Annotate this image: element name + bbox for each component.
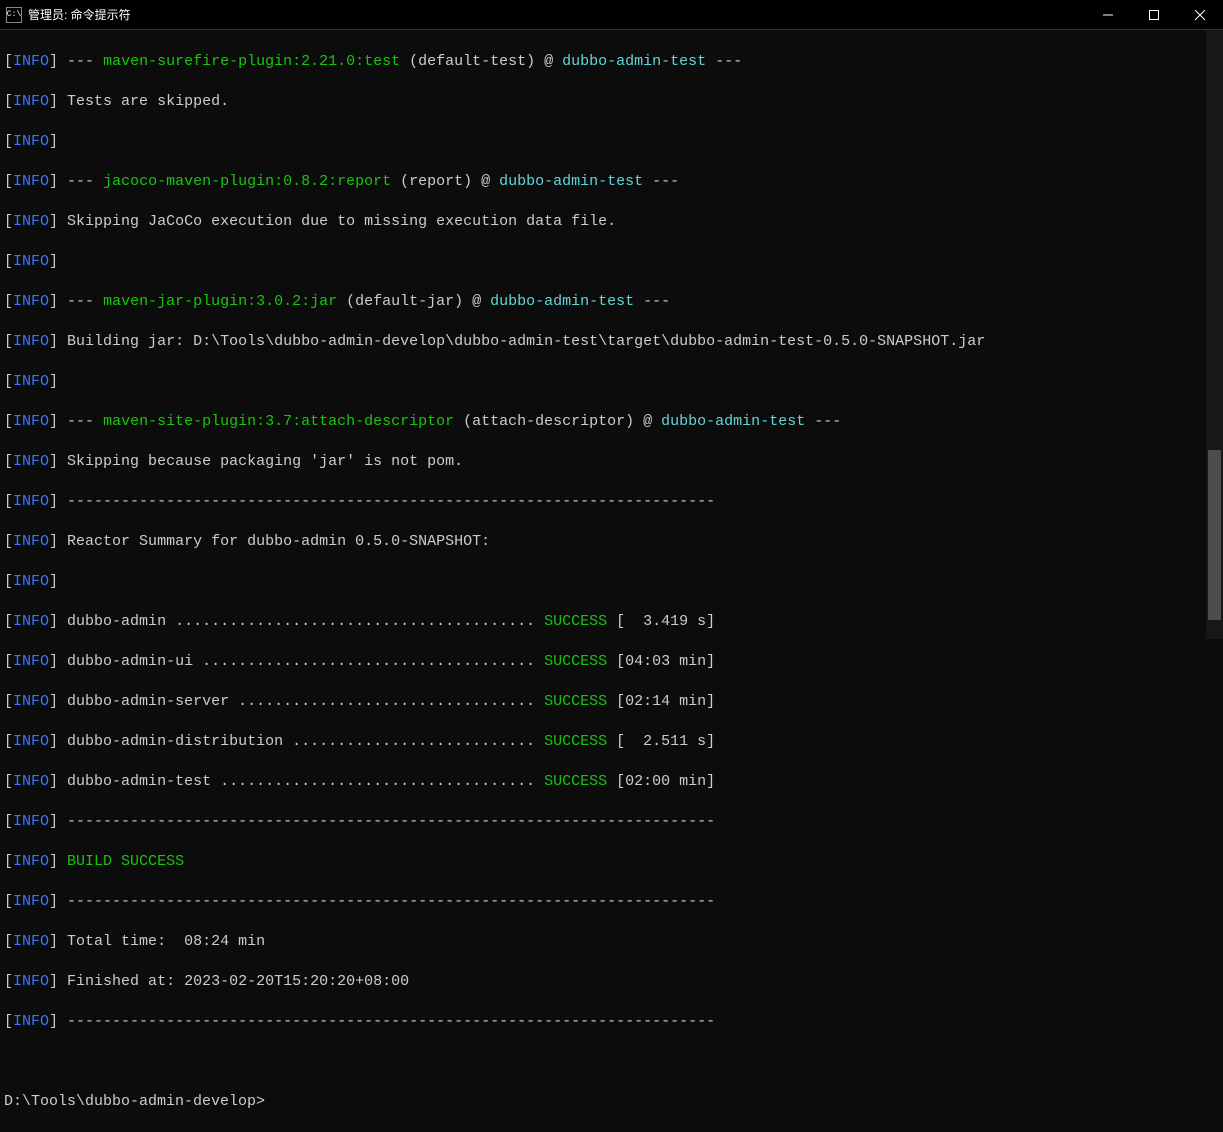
terminal-output[interactable]: [INFO] --- maven-surefire-plugin:2.21.0:… — [0, 30, 1223, 639]
maximize-button[interactable] — [1131, 0, 1177, 29]
command-prompt[interactable]: D:\Tools\dubbo-admin-develop> — [4, 1093, 265, 1110]
minimize-button[interactable] — [1085, 0, 1131, 29]
window-title: 管理员: 命令提示符 — [28, 6, 1085, 23]
finished-at: Finished at: 2023-02-20T15:20:20+08:00 — [58, 973, 409, 990]
window-titlebar: C:\ 管理员: 命令提示符 — [0, 0, 1223, 30]
cmd-icon: C:\ — [6, 7, 22, 23]
build-success: BUILD SUCCESS — [58, 853, 184, 870]
total-time: Total time: 08:24 min — [58, 933, 265, 950]
window-controls — [1085, 0, 1223, 29]
close-button[interactable] — [1177, 0, 1223, 29]
scrollbar-thumb[interactable] — [1208, 450, 1221, 620]
vertical-scrollbar[interactable] — [1206, 30, 1223, 639]
